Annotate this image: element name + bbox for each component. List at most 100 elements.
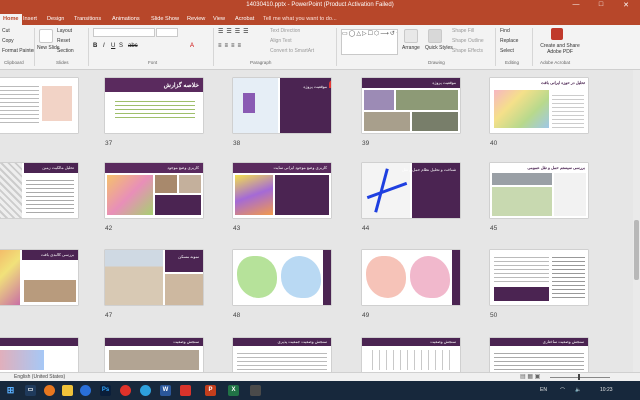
photoshop-icon[interactable]: Ps [100, 385, 111, 396]
list-icons[interactable]: ☰☰☰☰ [218, 28, 252, 35]
slide-thumbnail-44[interactable]: شناخت و تحلیل نظام حمل و نقل [362, 163, 460, 218]
shape-outline-button[interactable]: Shape Outline [452, 38, 484, 44]
file-explorer-icon[interactable] [62, 385, 73, 396]
slide-title: موقعیت پروژه [303, 84, 327, 89]
reset-button[interactable]: Reset [57, 38, 70, 44]
slide-thumbnail-37[interactable]: خلاصه گزارش [105, 78, 203, 133]
slide-thumbnail-42[interactable]: کاربری وضع موجود [105, 163, 203, 218]
arrange-button[interactable]: Arrange [402, 45, 420, 51]
slide-thumbnail[interactable] [0, 338, 78, 372]
language-status[interactable]: English (United States) [14, 374, 65, 380]
slide-number: 45 [490, 225, 498, 232]
slide-number: 43 [233, 225, 241, 232]
slide-thumbnail-47[interactable]: نمونه مسکن [105, 250, 203, 305]
slide-thumbnail-50[interactable] [490, 250, 588, 305]
slide-thumbnail[interactable]: تحلیل مالکیت زمین [0, 163, 78, 218]
slide-title: خلاصه گزارش [163, 83, 199, 89]
slide-content [0, 83, 39, 123]
slide-thumbnail-49[interactable] [362, 250, 460, 305]
scrollbar-thumb[interactable] [634, 220, 639, 280]
firefox-icon[interactable] [44, 385, 55, 396]
task-view-icon[interactable]: ▭ [25, 385, 36, 396]
start-icon[interactable]: ⊞ [5, 385, 16, 396]
slide-thumbnail[interactable]: سنجش وضعیت ساختاری [490, 338, 588, 372]
divider [34, 28, 35, 66]
strikethrough-icon[interactable]: abc [128, 43, 138, 49]
tab-slide-show[interactable]: Slide Show [151, 14, 179, 25]
volume-icon[interactable]: 🔈 [575, 387, 581, 393]
align-icons[interactable]: ≡≡≡≡ [218, 43, 244, 49]
tab-insert[interactable]: Insert [23, 14, 37, 25]
maximize-button[interactable]: □ [590, 1, 612, 8]
zoom-slider[interactable] [550, 377, 610, 378]
slide-number: 44 [362, 225, 370, 232]
vertical-scrollbar[interactable] [633, 70, 640, 372]
view-icons[interactable]: ▤ ▦ ▣ [520, 373, 540, 380]
slide-content [552, 254, 585, 301]
slide-thumbnail-38[interactable]: موقعیت پروژه [233, 78, 331, 133]
minimize-button[interactable]: — [565, 1, 587, 8]
tab-review[interactable]: Review [187, 14, 205, 25]
powerpoint-icon[interactable]: P [205, 385, 216, 396]
select-button[interactable]: Select [500, 48, 514, 54]
slide-title: تحلیل مالکیت زمین [42, 165, 74, 170]
telegram-icon[interactable] [140, 385, 151, 396]
shape-effects-button[interactable]: Shape Effects [452, 48, 483, 54]
tab-transitions[interactable]: Transitions [74, 14, 101, 25]
chrome-icon[interactable] [120, 385, 131, 396]
tray-lang[interactable]: EN [540, 387, 547, 393]
create-share-pdf-button[interactable]: Create and Share Adobe PDF [536, 43, 584, 55]
pdf-reader-icon[interactable] [180, 385, 191, 396]
tab-acrobat[interactable]: Acrobat [235, 14, 254, 25]
bold-icon[interactable]: B [93, 43, 97, 49]
font-name-box[interactable] [93, 28, 155, 37]
shadow-icon[interactable]: S [119, 43, 123, 49]
convert-smartart-button[interactable]: Convert to SmartArt [270, 48, 314, 54]
cut-button[interactable]: Cut [2, 28, 10, 34]
section-button[interactable]: Section [57, 48, 74, 54]
zoom-slider-thumb[interactable] [578, 374, 580, 380]
close-button[interactable]: ✕ [615, 1, 637, 9]
italic-icon[interactable]: I [103, 43, 105, 49]
replace-button[interactable]: Replace [500, 38, 518, 44]
tell-me-box[interactable]: Tell me what you want to do... [263, 14, 337, 25]
slide-image [105, 250, 163, 305]
slide-thumbnail[interactable]: سنجش وضعیت [105, 338, 203, 372]
map-area [243, 93, 255, 113]
format-painter-button[interactable]: Format Painter [2, 48, 35, 54]
tab-home[interactable]: Home [0, 14, 22, 25]
copy-button[interactable]: Copy [2, 38, 14, 44]
app-icon[interactable] [250, 385, 261, 396]
find-button[interactable]: Find [500, 28, 510, 34]
slide-thumbnail[interactable] [0, 78, 78, 133]
shapes-gallery[interactable]: ▭◯△▷☐⬡⟶↺☆✚ [341, 29, 398, 55]
slide-thumbnail-48[interactable] [233, 250, 331, 305]
layout-button[interactable]: Layout [57, 28, 72, 34]
text-direction-button[interactable]: Text Direction [270, 28, 300, 34]
tab-animations[interactable]: Animations [112, 14, 140, 25]
tab-view[interactable]: View [213, 14, 225, 25]
font-color-icon[interactable]: A [190, 43, 194, 49]
slide-thumbnail-40[interactable]: تحلیل در حوزه ایرانی بافت [490, 78, 588, 133]
slide-title: بررسی سیستم حمل و نقل عمومی [527, 165, 585, 170]
slide-map [410, 256, 450, 298]
font-size-box[interactable] [156, 28, 178, 37]
quick-styles-button[interactable]: Quick Styles [425, 45, 453, 51]
underline-icon[interactable]: U [111, 43, 115, 49]
slide-thumbnail[interactable]: سنجش وضعیت [362, 338, 460, 372]
slide-thumbnail[interactable]: بررسی کالبدی بافت [0, 250, 78, 305]
edge-icon[interactable] [80, 385, 91, 396]
slide-thumbnail-45[interactable]: بررسی سیستم حمل و نقل عمومی [490, 163, 588, 218]
network-icon[interactable]: ⌒ [560, 387, 565, 394]
slide-table [366, 350, 456, 370]
align-text-button[interactable]: Align Text [270, 38, 292, 44]
word-icon[interactable]: W [160, 385, 171, 396]
excel-icon[interactable]: X [228, 385, 239, 396]
clock[interactable]: 10:23 [600, 387, 613, 393]
adobe-pdf-icon [551, 28, 563, 40]
tab-design[interactable]: Design [47, 14, 64, 25]
slide-thumbnail-43[interactable]: کاربری وضع موجود ایرانی سایت [233, 163, 331, 218]
shape-fill-button[interactable]: Shape Fill [452, 28, 474, 34]
slide-thumbnail[interactable]: سنجش وضعیت جمعیت پذیری [233, 338, 331, 372]
slide-thumbnail-39[interactable]: موقعیت پروژه [362, 78, 460, 133]
